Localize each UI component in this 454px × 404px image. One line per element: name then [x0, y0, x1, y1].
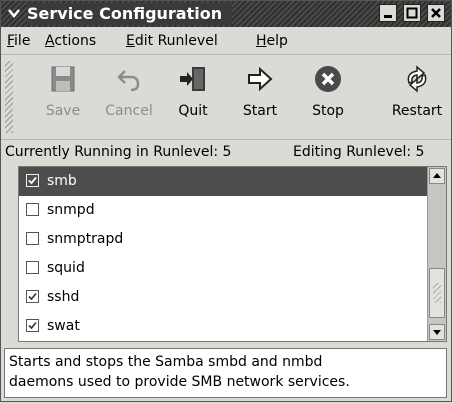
menu-file-label: ile	[14, 33, 31, 49]
cancel-label: Cancel	[105, 103, 153, 119]
service-row-snmpd[interactable]: snmpd	[19, 196, 427, 225]
toolbar: Save Cancel Quit Start Stop Restart	[1, 55, 451, 140]
service-checkbox-swat[interactable]	[26, 319, 39, 332]
menu-help[interactable]: Help	[256, 32, 288, 50]
menu-edit-runlevel-mnemonic: E	[126, 33, 135, 49]
exit-door-icon	[180, 67, 205, 91]
service-name: snmpd	[47, 202, 95, 218]
restart-arrows-icon	[407, 65, 427, 93]
quit-label: Quit	[178, 103, 208, 119]
menu-actions-label: ctions	[54, 33, 97, 49]
service-configuration-window: Service Configuration File Actions Edit …	[0, 0, 452, 402]
service-checkbox-smb[interactable]	[26, 174, 39, 187]
scroll-up-button[interactable]	[429, 168, 445, 184]
service-description-box: Starts and stops the Samba smbd and nmbd…	[4, 348, 447, 398]
menu-file[interactable]: File	[7, 32, 30, 50]
window-menu-icon[interactable]	[5, 4, 23, 22]
stop-button[interactable]: Stop	[296, 63, 360, 135]
menu-file-mnemonic: F	[7, 33, 15, 49]
undo-arrow-icon	[117, 70, 140, 92]
maximize-button[interactable]	[403, 4, 421, 22]
editing-runlevel-text: Editing Runlevel: 5	[293, 144, 425, 160]
menu-help-mnemonic: H	[256, 33, 267, 49]
runlevel-status: Currently Running in Runlevel: 5 Editing…	[1, 141, 451, 163]
service-row-sshd[interactable]: sshd	[19, 283, 427, 312]
close-button[interactable]	[427, 4, 445, 22]
stop-circle-icon	[315, 66, 341, 92]
triangle-down-icon	[433, 330, 441, 335]
restart-label: Restart	[391, 103, 443, 119]
menu-edit-runlevel-label: dit Runlevel	[134, 33, 218, 49]
menu-bar: File Actions Edit Runlevel Help	[1, 28, 451, 55]
toolbar-grip-handle[interactable]	[5, 61, 13, 133]
service-row-snmptrapd[interactable]: snmptrapd	[19, 225, 427, 254]
save-label: Save	[45, 103, 81, 119]
menu-actions-mnemonic: A	[45, 33, 55, 49]
title-bar[interactable]: Service Configuration	[1, 1, 451, 27]
service-name: swat	[47, 318, 80, 334]
scroll-down-button[interactable]	[429, 324, 445, 340]
menu-help-label: elp	[266, 33, 288, 49]
start-label: Start	[242, 103, 278, 119]
minimize-button[interactable]	[379, 4, 397, 22]
service-checkbox-squid[interactable]	[26, 261, 39, 274]
restart-button[interactable]: Restart	[385, 63, 449, 135]
service-name: smb	[47, 173, 77, 189]
floppy-disk-icon	[51, 66, 75, 92]
triangle-up-icon	[433, 173, 441, 178]
start-button[interactable]: Start	[228, 63, 292, 135]
service-checkbox-sshd[interactable]	[26, 290, 39, 303]
quit-button[interactable]: Quit	[161, 63, 225, 135]
menu-actions[interactable]: Actions	[45, 32, 96, 50]
menu-edit-runlevel[interactable]: Edit Runlevel	[126, 32, 218, 50]
service-name: squid	[47, 260, 85, 276]
service-row-squid[interactable]: squid	[19, 254, 427, 283]
service-list[interactable]: smb snmpd snmptrapd squid sshd swat	[18, 166, 447, 342]
save-button[interactable]: Save	[31, 63, 95, 135]
vertical-scrollbar[interactable]	[427, 167, 446, 341]
description-line-1: Starts and stops the Samba smbd and nmbd	[9, 354, 323, 370]
cancel-button[interactable]: Cancel	[97, 63, 161, 135]
description-line-2: daemons used to provide SMB network serv…	[9, 374, 350, 390]
service-row-smb[interactable]: smb	[19, 167, 427, 196]
scrollbar-thumb[interactable]	[429, 268, 445, 318]
service-row-swat[interactable]: swat	[19, 312, 427, 341]
service-name: sshd	[47, 289, 80, 305]
stop-label: Stop	[312, 103, 344, 119]
service-checkbox-snmpd[interactable]	[26, 203, 39, 216]
window-title: Service Configuration	[27, 3, 233, 25]
current-runlevel-text: Currently Running in Runlevel: 5	[5, 144, 232, 160]
service-name: snmptrapd	[47, 231, 124, 247]
service-checkbox-snmptrapd[interactable]	[26, 232, 39, 245]
right-arrow-icon	[248, 66, 273, 92]
